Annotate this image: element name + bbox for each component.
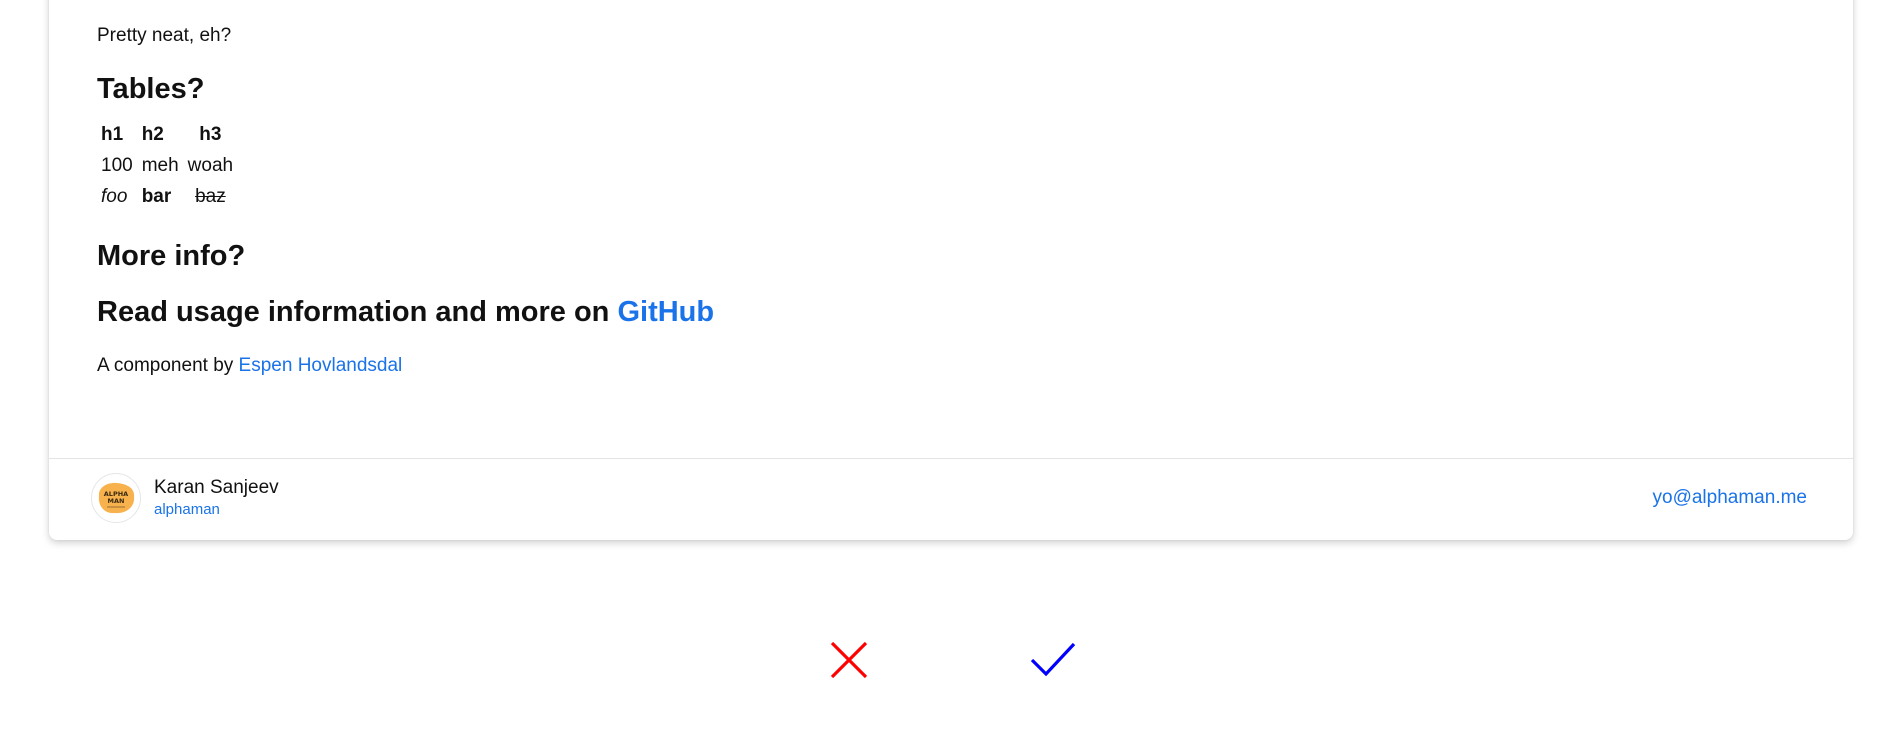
intro-text: Pretty neat, eh?: [97, 25, 232, 46]
author-name: Karan Sanjeev: [154, 477, 279, 498]
table-header-row: h1 h2 h3: [97, 121, 238, 152]
table-header-cell: h3: [199, 124, 222, 145]
table-header-cell: h1: [101, 124, 124, 145]
avatar-logo: ALPHA MAN: [98, 482, 135, 514]
markdown-table: h1 h2 h3 100 meh woah foo bar baz: [97, 121, 238, 214]
close-icon: [830, 641, 868, 679]
author-link[interactable]: Espen Hovlandsdal: [239, 355, 403, 376]
reject-button[interactable]: [826, 637, 874, 685]
email-link[interactable]: yo@alphaman.me: [1653, 487, 1807, 509]
table-cell: 100: [101, 155, 133, 176]
avatar-text: MAN: [108, 497, 125, 505]
checkmark-icon: [1030, 642, 1076, 677]
post-card: Pretty neat, eh? Tables? h1 h2 h3 100 me…: [49, 0, 1853, 540]
credit-text: A component by: [97, 355, 239, 376]
more-info-heading: More info?: [97, 240, 246, 272]
author-handle-link[interactable]: alphaman: [154, 501, 220, 518]
card-footer: ALPHA MAN Karan Sanjeev alphaman yo@alph…: [49, 458, 1853, 541]
github-link[interactable]: GitHub: [617, 296, 714, 328]
tables-heading: Tables?: [97, 73, 205, 105]
table-row: 100 meh woah: [97, 152, 238, 183]
avatar[interactable]: ALPHA MAN: [91, 473, 141, 523]
accept-button[interactable]: [1030, 637, 1078, 685]
read-usage-heading: Read usage information and more on GitHu…: [97, 296, 714, 329]
table-cell: woah: [187, 155, 234, 176]
table-cell: bar: [141, 186, 172, 207]
credit-line: A component by Espen Hovlandsdal: [97, 355, 402, 377]
table-row: foo bar baz: [97, 183, 238, 214]
table-header-cell: h2: [141, 124, 164, 145]
table-cell: foo: [101, 186, 128, 207]
table-cell: baz: [195, 186, 226, 207]
read-usage-text: Read usage information and more on: [97, 296, 618, 328]
table-cell: meh: [141, 155, 179, 176]
